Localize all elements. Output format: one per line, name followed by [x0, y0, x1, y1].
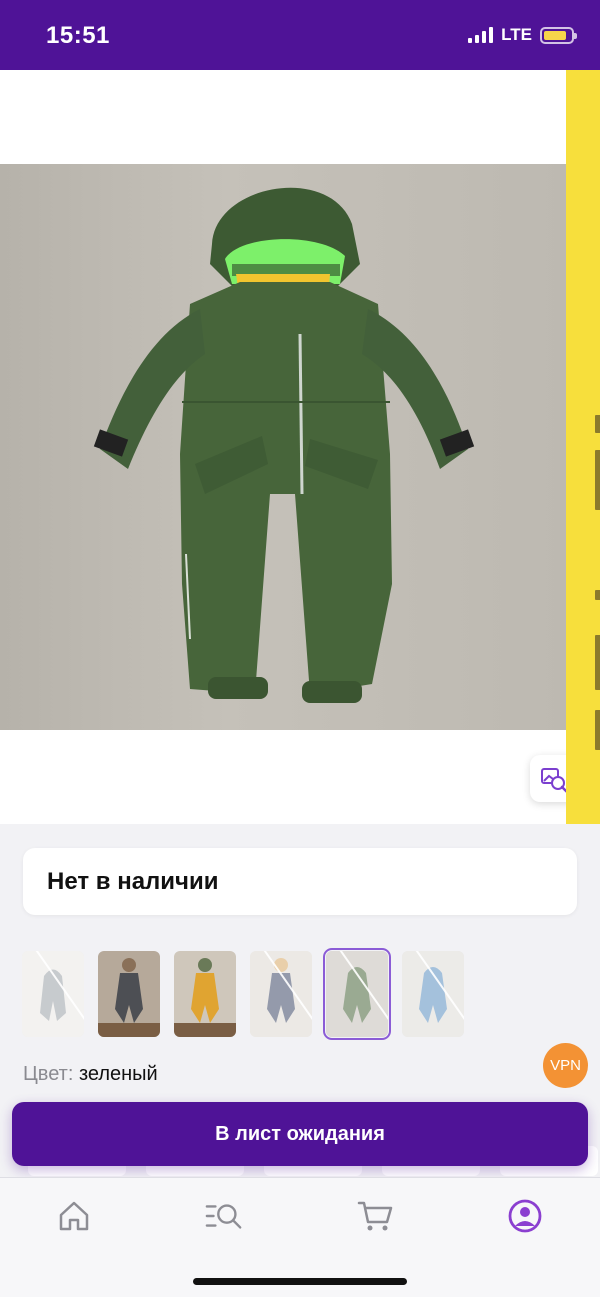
variant-thumb-navy[interactable] [250, 951, 312, 1037]
color-info: Цвет: зеленый [23, 1063, 158, 1086]
home-icon [59, 1201, 89, 1231]
availability-text: Нет в наличии [47, 867, 219, 895]
status-bar: 15:51 LTE [0, 0, 600, 70]
variant-thumb-yellow[interactable] [174, 951, 236, 1037]
tab-catalog[interactable] [204, 1196, 244, 1236]
variant-thumb-blue[interactable] [402, 951, 464, 1037]
tab-profile[interactable] [505, 1196, 545, 1236]
home-indicator [193, 1278, 407, 1285]
availability-card: Нет в наличии [23, 848, 577, 915]
cart-icon [357, 1201, 393, 1231]
waitlist-button[interactable]: В лист ожидания [12, 1102, 588, 1166]
variant-thumb-dark-grey[interactable] [98, 951, 160, 1037]
tab-home[interactable] [54, 1196, 94, 1236]
share-icon [535, 95, 563, 130]
color-value: зеленый [78, 1063, 158, 1085]
snowsuit-illustration [93, 187, 475, 703]
variant-thumbnails [22, 948, 464, 1040]
variant-thumb-green[interactable] [323, 948, 391, 1040]
catalog-search-icon [205, 1204, 242, 1229]
product-gallery[interactable] [0, 70, 577, 824]
color-label: Цвет: [23, 1063, 74, 1085]
chevron-left-icon [28, 96, 46, 128]
next-slide-peek[interactable] [566, 70, 600, 824]
share-button[interactable] [532, 94, 566, 132]
signal-icon [468, 27, 494, 43]
status-time: 15:51 [46, 22, 110, 49]
vpn-badge[interactable]: VPN [543, 1043, 588, 1088]
variant-thumb-grey[interactable] [22, 951, 84, 1037]
battery-icon [540, 26, 577, 44]
network-type: LTE [501, 25, 532, 44]
status-indicators: LTE [468, 25, 577, 45]
back-button[interactable] [20, 92, 54, 132]
product-photo[interactable] [0, 164, 566, 730]
profile-icon [508, 1199, 542, 1233]
tab-cart[interactable] [355, 1196, 395, 1236]
image-search-icon [540, 767, 568, 793]
